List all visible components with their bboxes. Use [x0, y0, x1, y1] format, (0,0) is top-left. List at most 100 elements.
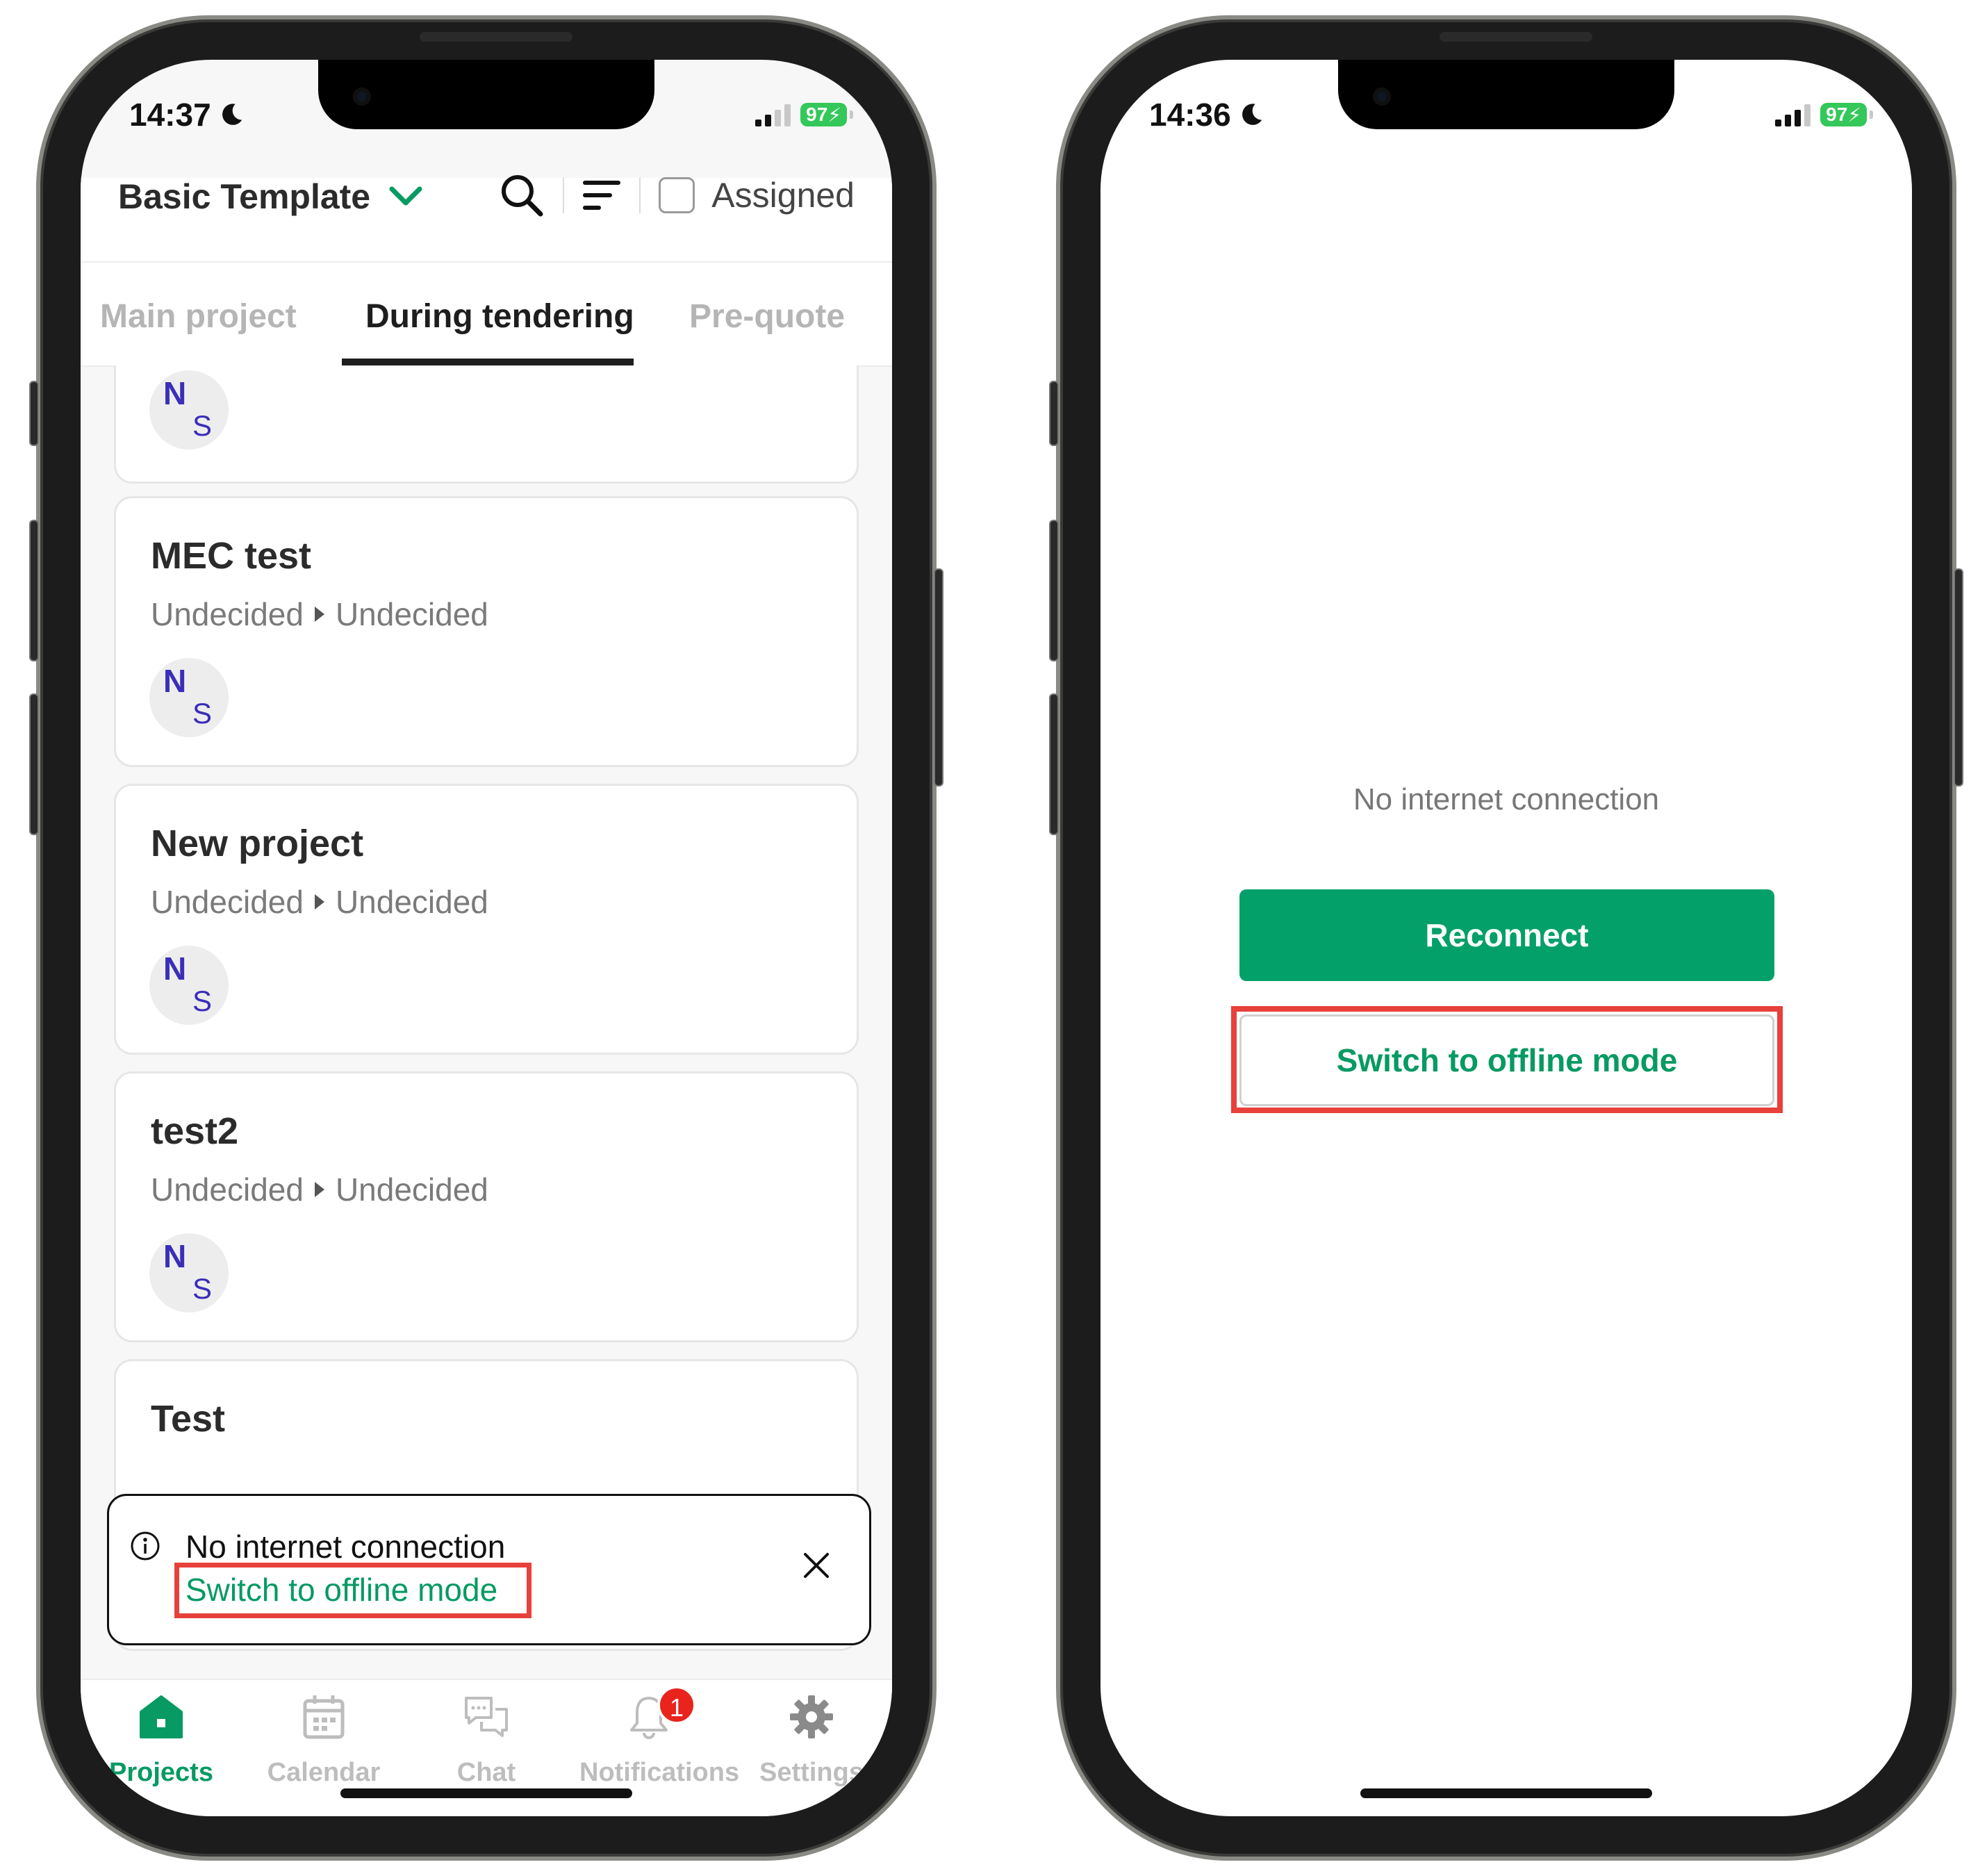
- project-card[interactable]: New project Undecided Undecided N S: [114, 784, 859, 1055]
- tab-calendar[interactable]: Calendar: [254, 1693, 393, 1788]
- no-connection-message: No internet connection: [1353, 782, 1660, 816]
- cellular-signal-icon: [1775, 103, 1811, 126]
- moon-icon: [1242, 104, 1262, 125]
- status-indicators: 97 ⚡: [755, 103, 853, 126]
- template-title[interactable]: Basic Template: [118, 176, 370, 217]
- arrow-right-icon: [314, 1182, 324, 1197]
- home-indicator[interactable]: [340, 1788, 632, 1798]
- battery-icon: 97 ⚡: [800, 103, 847, 126]
- avatar: N S: [149, 370, 229, 450]
- notch: [1338, 60, 1674, 129]
- status-to: Undecided: [335, 1171, 488, 1208]
- avatar-initial-bottom: S: [192, 697, 213, 730]
- mute-switch: [1049, 381, 1059, 446]
- avatar: N S: [149, 946, 229, 1025]
- avatar-initial-top: N: [163, 951, 187, 987]
- tab-chat[interactable]: Chat: [417, 1693, 556, 1788]
- power-button: [934, 568, 943, 787]
- tab-during-tendering[interactable]: During tendering: [365, 297, 634, 336]
- notification-badge: 1: [657, 1686, 696, 1725]
- gear-icon: [790, 1695, 833, 1738]
- divider: [639, 177, 641, 213]
- project-status: Undecided Undecided: [151, 595, 488, 633]
- tab-bar: Main project During tendering Pre-quote: [81, 263, 892, 367]
- avatar-initial-bottom: S: [192, 1272, 213, 1305]
- cellular-signal-icon: [755, 103, 791, 126]
- offline-toast: No internet connection Switch to offline…: [107, 1494, 871, 1645]
- assigned-checkbox[interactable]: [659, 177, 695, 213]
- active-tab-indicator: [342, 359, 634, 365]
- volume-up-button: [1049, 520, 1059, 661]
- screen-no-connection: 14:36 97 ⚡ No internet connection Reconne…: [1100, 60, 1912, 1816]
- avatar-initial-top: N: [163, 375, 187, 411]
- arrow-right-icon: [314, 607, 324, 622]
- volume-up-button: [29, 520, 39, 661]
- project-title: Test: [151, 1398, 226, 1440]
- close-icon[interactable]: [801, 1550, 832, 1581]
- tab-settings[interactable]: Settings: [742, 1693, 881, 1788]
- project-title: test2: [151, 1110, 239, 1152]
- avatar-initial-top: N: [163, 1238, 187, 1274]
- speaker-grille: [1440, 32, 1592, 42]
- status-to: Undecided: [335, 596, 488, 632]
- sort-icon[interactable]: [582, 176, 621, 215]
- avatar-initial-bottom: S: [192, 985, 213, 1017]
- tab-main-project[interactable]: Main project: [100, 297, 297, 336]
- volume-down-button: [1049, 693, 1059, 835]
- calendar-icon: [303, 1695, 345, 1739]
- tab-notifications[interactable]: 1 Notifications: [579, 1686, 740, 1788]
- project-status: Undecided Undecided: [151, 1171, 488, 1208]
- highlight-box: [174, 1563, 531, 1618]
- tab-label: Chat: [456, 1758, 516, 1787]
- header-bar: Basic Template Assigned: [81, 175, 892, 263]
- search-icon[interactable]: [499, 172, 545, 218]
- highlight-box: [1231, 1006, 1783, 1113]
- header-actions: Assigned: [499, 172, 855, 218]
- chat-icon: [465, 1697, 508, 1737]
- reconnect-button[interactable]: Reconnect: [1239, 889, 1774, 981]
- chevron-down-icon[interactable]: [386, 182, 425, 210]
- battery-cap: [1870, 110, 1873, 119]
- assigned-label[interactable]: Assigned: [711, 175, 855, 215]
- camera-icon: [1373, 88, 1391, 106]
- status-time: 14:36: [1149, 96, 1264, 133]
- toast-message: No internet connection: [185, 1529, 506, 1565]
- speaker-grille: [420, 32, 572, 42]
- project-card[interactable]: N S: [114, 365, 859, 484]
- status-from: Undecided: [151, 1171, 304, 1208]
- project-title: New project: [151, 823, 364, 864]
- home-indicator[interactable]: [1360, 1788, 1652, 1798]
- status-from: Undecided: [151, 884, 304, 920]
- project-card[interactable]: test2 Undecided Undecided N S: [114, 1071, 859, 1342]
- battery-cap: [850, 110, 853, 119]
- status-to: Undecided: [335, 884, 488, 920]
- phone-left: 14:37 97⚡ Basic Template Assigned Main: [29, 15, 943, 1861]
- tab-label: Notifications: [579, 1758, 740, 1787]
- tab-label: Settings: [759, 1758, 864, 1787]
- avatar: N S: [149, 1233, 229, 1313]
- camera-icon: [353, 88, 371, 106]
- avatar-initial-top: N: [163, 663, 187, 699]
- tab-pre-quote[interactable]: Pre-quote: [689, 297, 845, 336]
- status-indicators: 97 ⚡: [1775, 103, 1873, 126]
- battery-level: 97: [1826, 104, 1848, 125]
- divider: [563, 177, 565, 213]
- screen-projects: 14:37 97⚡ Basic Template Assigned Main: [81, 60, 892, 1816]
- notch: [318, 60, 654, 129]
- arrow-right-icon: [314, 894, 324, 910]
- battery-level: 97: [806, 104, 828, 125]
- volume-down-button: [29, 693, 39, 835]
- tab-label: Calendar: [267, 1758, 381, 1787]
- mute-switch: [29, 381, 39, 446]
- tab-projects[interactable]: Projects: [92, 1693, 231, 1788]
- time-label: 14:36: [1149, 97, 1231, 133]
- avatar: N S: [149, 658, 229, 737]
- power-button: [1954, 568, 1963, 787]
- avatar-initial-bottom: S: [192, 409, 213, 442]
- phone-right: 14:36 97 ⚡ No internet connection Reconne…: [1049, 15, 1963, 1861]
- status-from: Undecided: [151, 596, 304, 632]
- info-icon: [131, 1531, 160, 1561]
- project-title: MEC test: [151, 535, 312, 577]
- project-card[interactable]: MEC test Undecided Undecided N S: [114, 496, 859, 767]
- time-label: 14:37: [129, 97, 211, 133]
